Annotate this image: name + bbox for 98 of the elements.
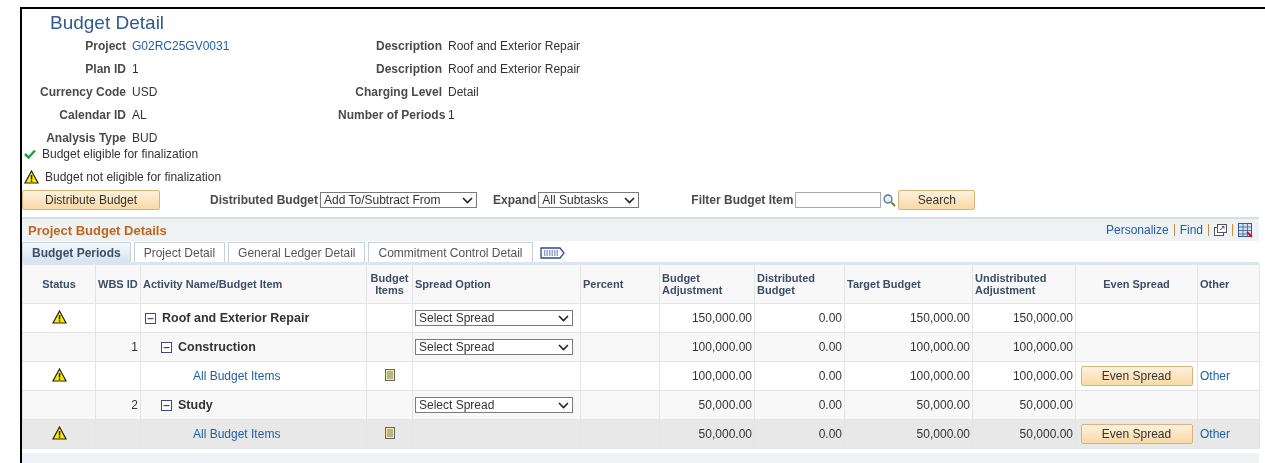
- tab[interactable]: Commitment Control Detail: [368, 242, 533, 262]
- amount: 0.00: [818, 398, 842, 412]
- field-value: 1: [448, 107, 456, 123]
- amount: 100,000.00: [1012, 340, 1073, 354]
- field-label: Description: [375, 61, 442, 77]
- column-header: Spread Option: [412, 265, 581, 304]
- warning-icon: [51, 309, 67, 324]
- column-header: Target Budget: [844, 265, 973, 304]
- chevron-down-icon: [462, 196, 473, 204]
- tab[interactable]: Project Detail: [133, 242, 226, 262]
- document-icon[interactable]: [384, 426, 395, 439]
- document-icon[interactable]: [384, 368, 395, 381]
- distribute-budget-button[interactable]: Distribute Budget: [22, 190, 160, 210]
- wbs-id: 2: [131, 398, 138, 412]
- field-value: BUD: [132, 130, 159, 146]
- field-value: AL: [132, 107, 148, 123]
- column-header: WBS ID: [95, 265, 141, 304]
- warning-icon: [51, 425, 67, 440]
- column-header: Budget Adjustment: [659, 265, 755, 304]
- spread-option-select[interactable]: Select Spread: [415, 397, 573, 413]
- filter-input[interactable]: [795, 192, 882, 208]
- search-icon[interactable]: [883, 193, 897, 207]
- amount: 50,000.00: [1019, 427, 1073, 441]
- amount: 0.00: [818, 369, 842, 383]
- field-label: Calendar ID: [58, 107, 126, 123]
- amount: 100,000.00: [909, 369, 970, 383]
- field-value: Roof and Exterior Repair: [448, 38, 582, 54]
- chevron-down-icon: [558, 343, 569, 351]
- budget-items-link[interactable]: All Budget Items: [193, 427, 281, 441]
- grid-link[interactable]: Personalize: [1105, 223, 1169, 237]
- even-spread-button[interactable]: Even Spread: [1080, 424, 1193, 444]
- column-header: Budget Items: [366, 265, 413, 304]
- collapse-icon[interactable]: [161, 341, 172, 353]
- column-header: Other: [1197, 265, 1260, 304]
- activity-name: Construction: [178, 340, 256, 354]
- amount: 0.00: [818, 427, 842, 441]
- field-label: Distributed Budget: [210, 192, 318, 208]
- amount: 50,000.00: [698, 427, 752, 441]
- warning-icon: [24, 170, 39, 184]
- chevron-down-icon: [558, 314, 569, 322]
- field-value: USD: [132, 84, 159, 100]
- amount: 50,000.00: [698, 398, 752, 412]
- field-label: Currency Code: [38, 84, 126, 100]
- status-message: Budget eligible for finalization: [42, 147, 199, 161]
- field-label: Charging Level: [354, 84, 442, 100]
- amount: 100,000.00: [1012, 369, 1073, 383]
- column-header: Distributed Budget: [754, 265, 845, 304]
- wbs-id: 1: [131, 340, 138, 354]
- amount: 50,000.00: [916, 398, 970, 412]
- amount: 50,000.00: [1019, 398, 1073, 412]
- amount: 0.00: [818, 311, 842, 325]
- column-header: Even Spread: [1075, 265, 1198, 304]
- collapse-icon[interactable]: [161, 399, 172, 411]
- even-spread-button[interactable]: Even Spread: [1080, 366, 1193, 386]
- amount: 50,000.00: [916, 427, 970, 441]
- status-message: Budget not eligible for finalization: [45, 170, 222, 184]
- activity-name: Study: [178, 398, 213, 412]
- project-link[interactable]: G02RC25GV0031: [132, 38, 332, 54]
- field-value: 1: [132, 61, 140, 77]
- tab[interactable]: General Ledger Detail: [228, 242, 366, 262]
- field-value: Roof and Exterior Repair: [448, 61, 582, 77]
- field-value: Detail: [448, 84, 480, 100]
- search-button[interactable]: Search: [898, 190, 976, 210]
- spreadsheet-icon[interactable]: [1238, 222, 1253, 238]
- new-window-icon[interactable]: [1214, 224, 1227, 236]
- field-label: Description: [375, 38, 442, 54]
- distributed-budget-select[interactable]: Add To/Subtract From: [320, 192, 477, 208]
- checkmark-icon: [24, 149, 36, 159]
- collapse-icon[interactable]: [145, 312, 156, 324]
- field-label: Expand: [493, 192, 537, 208]
- activity-name: Roof and Exterior Repair: [162, 311, 310, 325]
- amount: 150,000.00: [909, 311, 970, 325]
- budget-items-link[interactable]: All Budget Items: [193, 369, 281, 383]
- field-label: Filter Budget Item: [691, 192, 794, 208]
- chevron-down-icon: [624, 196, 636, 204]
- tab[interactable]: Budget Periods: [22, 242, 131, 262]
- field-label: Analysis Type: [45, 130, 126, 146]
- expand-select[interactable]: All Subtasks: [538, 192, 640, 208]
- grid-link[interactable]: Find: [1179, 223, 1203, 237]
- amount: 100,000.00: [909, 340, 970, 354]
- column-header: Undistributed Adjustment: [972, 265, 1076, 304]
- grid-title: Project Budget Details: [28, 222, 167, 238]
- chevron-down-icon: [558, 401, 569, 409]
- amount: 100,000.00: [691, 340, 752, 354]
- column-header: Activity Name/Budget Item: [140, 265, 367, 304]
- warning-icon: [51, 367, 67, 382]
- show-all-tabs-icon[interactable]: [539, 246, 566, 260]
- amount: 150,000.00: [691, 311, 752, 325]
- field-label: Project: [84, 38, 126, 54]
- spread-option-select[interactable]: Select Spread: [415, 310, 573, 326]
- amount: 0.00: [818, 340, 842, 354]
- spread-option-select[interactable]: Select Spread: [415, 339, 573, 355]
- page-title: Budget Detail: [49, 11, 166, 34]
- amount: 100,000.00: [691, 369, 752, 383]
- amount: 150,000.00: [1012, 311, 1073, 325]
- column-header: Status: [22, 265, 96, 304]
- column-header: Percent: [580, 265, 660, 304]
- field-label: Plan ID: [84, 61, 126, 77]
